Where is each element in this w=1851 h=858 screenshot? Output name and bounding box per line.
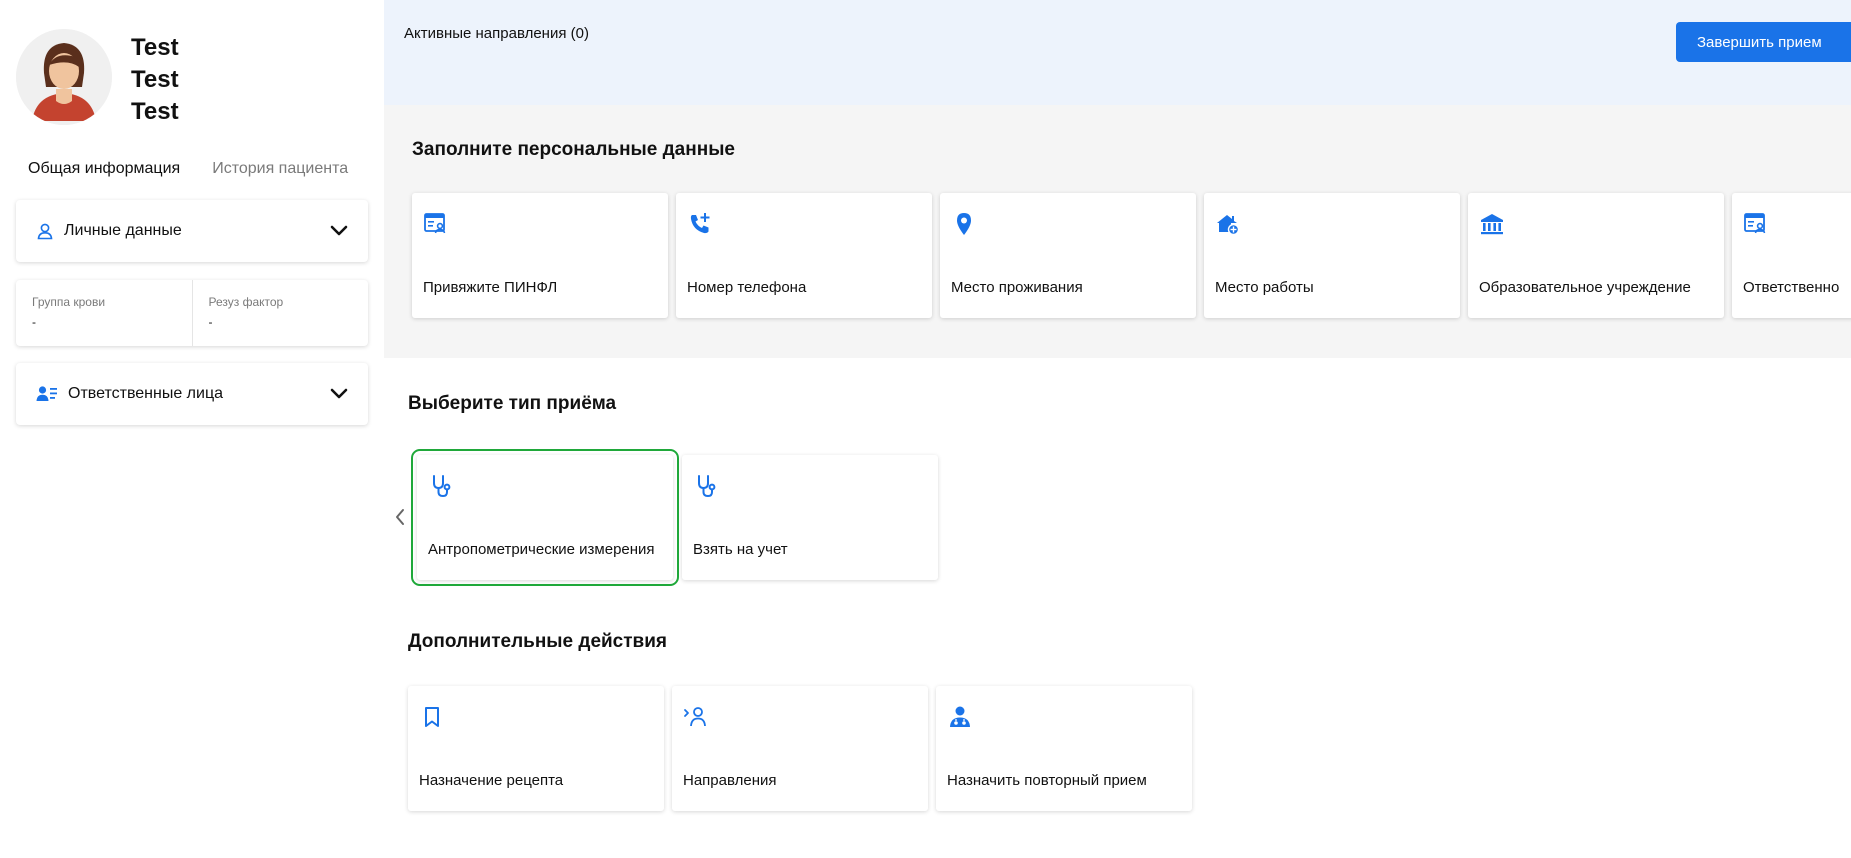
tile-label: Образовательное учреждение — [1479, 279, 1691, 296]
rh-factor-value: - — [208, 315, 213, 329]
tile-phone-number[interactable]: Номер телефона — [676, 193, 932, 318]
tile-referrals[interactable]: Направления — [672, 686, 928, 811]
tile-anthropometry[interactable]: Антропометрические измерения — [411, 449, 679, 586]
tile-residence[interactable]: Место проживания — [940, 193, 1196, 318]
stethoscope-icon — [428, 473, 454, 499]
tab-patient-history[interactable]: История пациента — [212, 160, 348, 178]
institution-icon — [1479, 211, 1505, 237]
personal-data-header[interactable]: Личные данные — [16, 200, 368, 262]
blood-group-cell: Группа крови - — [16, 280, 193, 346]
extra-actions-title: Дополнительные действия — [408, 631, 668, 652]
rh-factor-label: Резуз фактор — [208, 295, 284, 309]
rh-factor-cell: Резуз фактор - — [193, 280, 369, 346]
tile-label: Направления — [683, 772, 777, 789]
tile-label: Назначить повторный прием — [947, 772, 1147, 789]
main-content: Активные направления (0) Завершить прием… — [384, 0, 1851, 858]
visit-type-title: Выберите тип приёма — [408, 393, 617, 414]
personal-data-accordion[interactable]: Личные данные — [16, 200, 368, 262]
patient-name: Test Test Test — [131, 32, 179, 128]
patient-name-line: Test — [131, 34, 179, 61]
patient-name-line: Test — [131, 98, 179, 125]
patient-name-line: Test — [131, 66, 179, 93]
id-card-icon — [423, 211, 449, 237]
patient-sidebar: Test Test Test Общая информация История … — [0, 0, 384, 858]
tab-general-info[interactable]: Общая информация — [28, 160, 180, 178]
personal-data-section: Заполните персональные данные Привяжите … — [384, 105, 1851, 358]
responsible-persons-accordion[interactable]: Ответственные лица — [16, 363, 368, 425]
id-card-icon — [1743, 211, 1769, 237]
tile-label: Привяжите ПИНФЛ — [423, 279, 558, 296]
blood-group-label: Группа крови — [32, 295, 106, 309]
doctor-icon — [947, 704, 973, 730]
tile-label: Взять на учет — [693, 541, 788, 558]
bookmark-icon — [419, 704, 445, 730]
patient-avatar — [16, 29, 112, 125]
location-pin-icon — [951, 211, 977, 237]
tile-education[interactable]: Образовательное учреждение — [1468, 193, 1724, 318]
tile-label: Антропометрические измерения — [428, 541, 655, 558]
tile-label: Назначение рецепта — [419, 772, 564, 789]
personal-data-section-title: Заполните персональные данные — [412, 139, 735, 160]
tile-prescription[interactable]: Назначение рецепта — [408, 686, 664, 811]
tile-repeat-visit[interactable]: Назначить повторный прием — [936, 686, 1192, 811]
finish-visit-button[interactable]: Завершить прием — [1676, 22, 1851, 62]
tile-responsible[interactable]: Ответственно — [1732, 193, 1851, 318]
referral-icon — [683, 704, 709, 730]
chevron-down-icon[interactable] — [330, 388, 348, 400]
responsible-persons-header[interactable]: Ответственные лица — [16, 363, 368, 425]
active-referrals-title: Активные направления (0) — [404, 25, 589, 42]
responsible-persons-label: Ответственные лица — [68, 385, 224, 402]
tile-label: Место проживания — [951, 279, 1083, 296]
personal-data-label: Личные данные — [64, 222, 182, 239]
stethoscope-icon — [693, 473, 719, 499]
blood-group-value: - — [32, 315, 36, 329]
tile-label: Место работы — [1215, 279, 1314, 296]
work-place-icon — [1215, 211, 1241, 237]
tile-label: Ответственно — [1743, 279, 1840, 296]
tile-label: Номер телефона — [687, 279, 807, 296]
blood-info-card: Группа крови - Резуз фактор - — [16, 280, 368, 346]
responsible-persons-icon — [36, 385, 58, 403]
user-icon — [36, 222, 54, 240]
chevron-left-icon[interactable] — [392, 505, 408, 529]
active-referrals-bar: Активные направления (0) Завершить прием — [384, 0, 1851, 105]
phone-add-icon — [687, 211, 713, 237]
avatar-illustration-icon — [16, 29, 112, 125]
patient-tabs: Общая информация История пациента — [28, 160, 348, 178]
tile-workplace[interactable]: Место работы — [1204, 193, 1460, 318]
chevron-down-icon[interactable] — [330, 225, 348, 237]
tile-pinfl[interactable]: Привяжите ПИНФЛ — [412, 193, 668, 318]
tile-register[interactable]: Взять на учет — [682, 455, 938, 580]
